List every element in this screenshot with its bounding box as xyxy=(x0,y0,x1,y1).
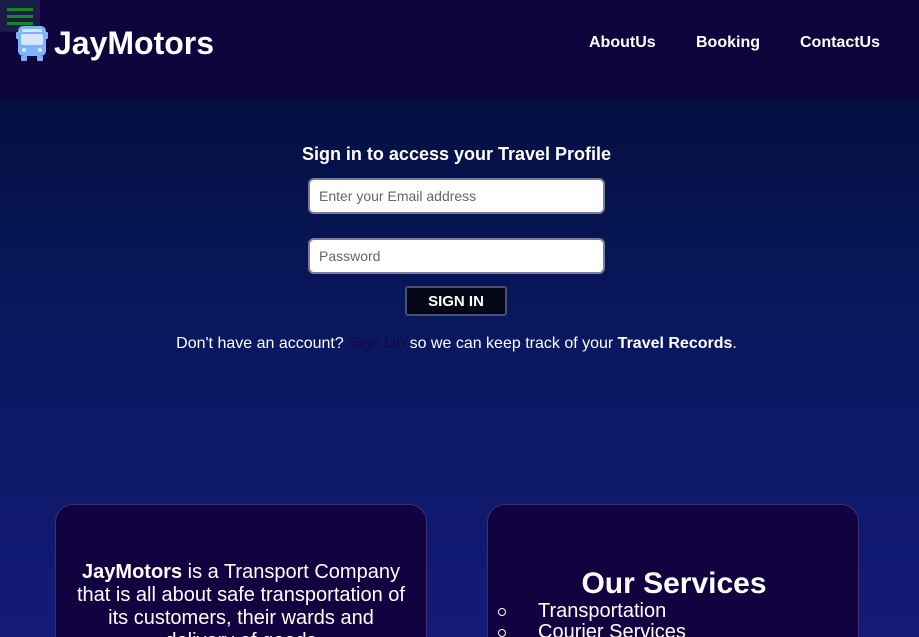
signin-button[interactable]: SIGN IN xyxy=(405,286,507,316)
signup-prompt-text: . xyxy=(732,335,737,352)
bus-icon xyxy=(16,26,48,61)
menu-bar-line xyxy=(7,14,33,18)
nav-link-aboutus[interactable]: AboutUs xyxy=(589,34,656,52)
email-field[interactable] xyxy=(308,178,605,214)
service-label: Courier Services xyxy=(538,621,686,637)
signin-title: Sign in to access your Travel Profile xyxy=(301,144,612,164)
menu-bar-line xyxy=(7,7,33,11)
nav-link-contactus[interactable]: ContactUs xyxy=(800,34,880,52)
signup-prompt: Don't have an account? Sign Up so we can… xyxy=(0,335,913,353)
services-list: Transportation Courier Services xyxy=(498,601,686,637)
travel-records-label: Travel Records xyxy=(617,335,733,352)
signup-link[interactable]: Sign Up xyxy=(348,335,405,352)
brand-name: JayMotors xyxy=(54,24,215,61)
nav-link-booking[interactable]: Booking xyxy=(696,34,760,52)
bullet-icon xyxy=(498,607,506,616)
services-title: Our Services xyxy=(581,567,767,600)
about-text: JayMotors is a Transport Company that is… xyxy=(76,561,406,637)
list-item: Courier Services xyxy=(498,622,686,637)
about-card: JayMotors is a Transport Company that is… xyxy=(55,504,427,637)
service-label: Transportation xyxy=(538,600,667,622)
list-item: Transportation xyxy=(498,601,686,622)
services-card: Our Services Transportation Courier Serv… xyxy=(487,504,859,637)
signup-prompt-text: Don't have an account? xyxy=(176,335,349,352)
password-field[interactable] xyxy=(308,238,605,274)
brand-logo[interactable]: JayMotors xyxy=(14,23,214,63)
signup-prompt-text: so we can keep track of your xyxy=(405,335,618,352)
site-header: JayMotors AboutUs Booking ContactUs xyxy=(0,0,919,98)
about-brand: JayMotors xyxy=(82,561,183,583)
bullet-icon xyxy=(498,628,506,637)
